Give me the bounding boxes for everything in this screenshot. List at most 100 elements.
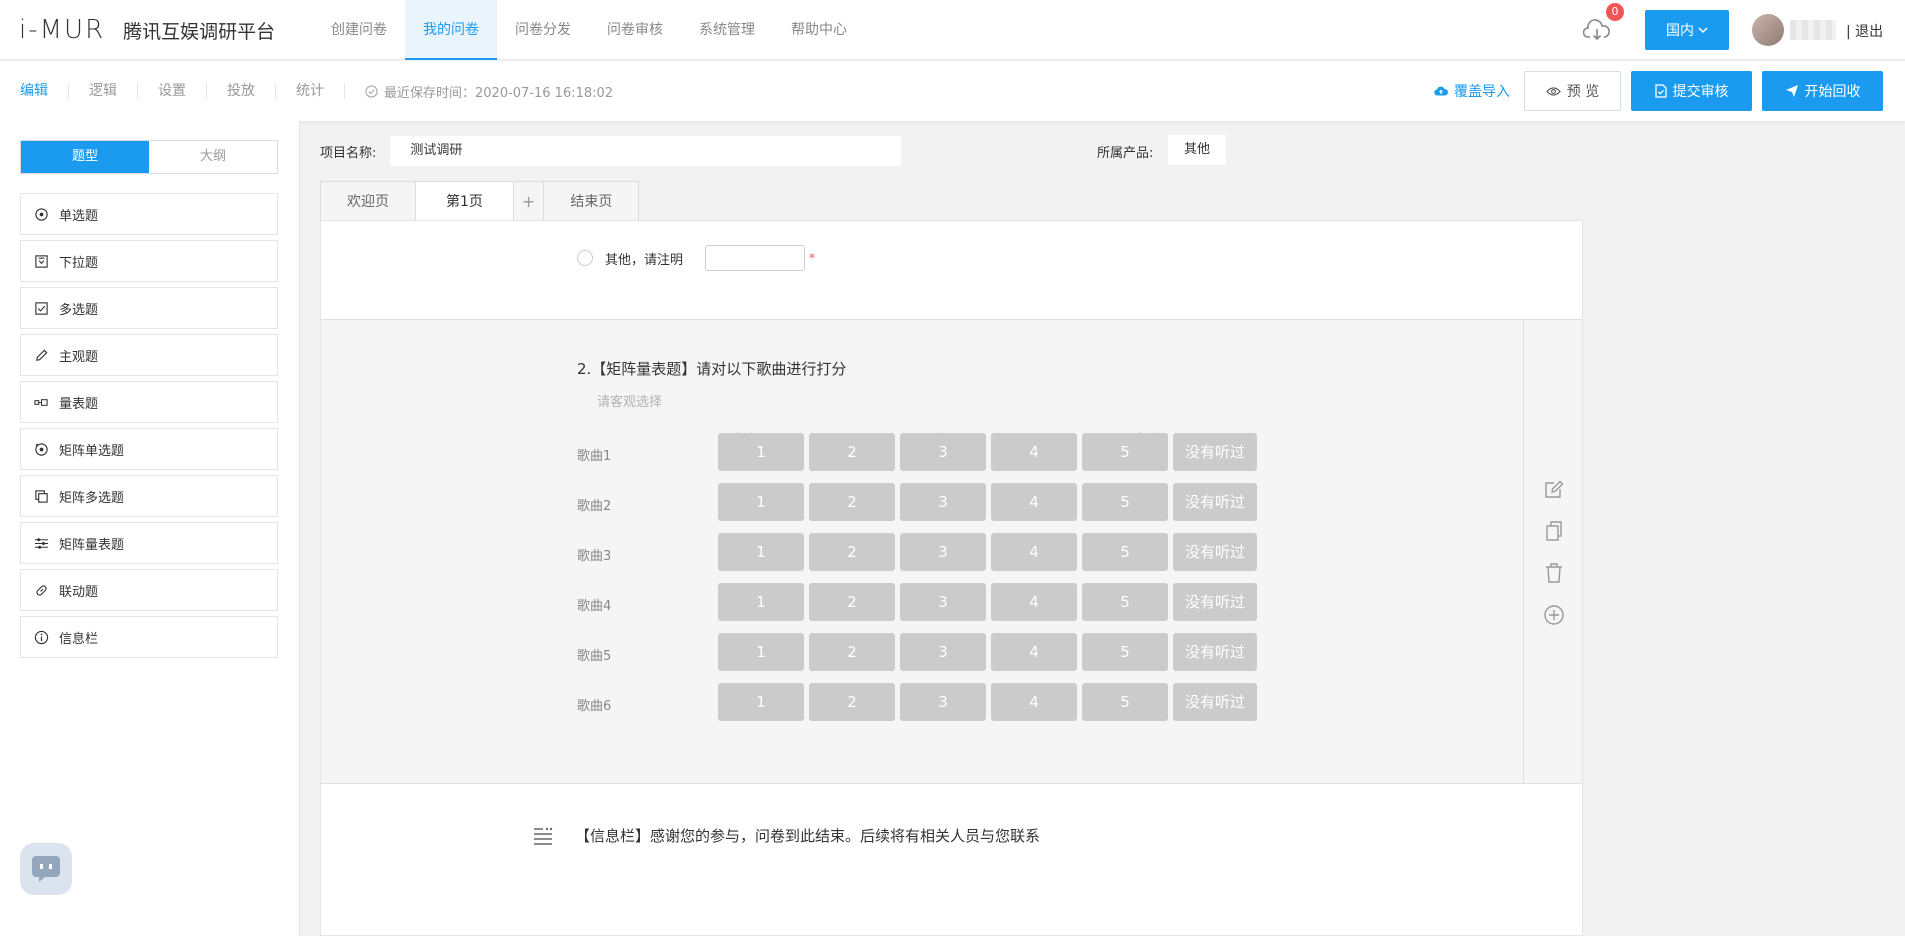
edit-icon[interactable] [1543, 478, 1565, 500]
matrix-option-cell[interactable]: 5 [1082, 633, 1168, 671]
tab-settings[interactable]: 设置 [138, 83, 207, 99]
matrix-option-cell[interactable]: 2 [809, 583, 895, 621]
nav-distribution[interactable]: 问卷分发 [497, 0, 589, 60]
send-icon [1785, 85, 1798, 97]
matrix-option-cell[interactable]: 4 [991, 583, 1077, 621]
product-select[interactable]: 其他 [1168, 135, 1226, 165]
other-text-input[interactable] [705, 245, 806, 271]
question-type-list: 单选题 下拉题 多选题 主观题 量表题 矩阵单选题 矩阵多选题 矩阵量表题 联动… [20, 193, 278, 663]
project-name-field[interactable]: 测试调研 [390, 136, 902, 166]
matrix-option-cell[interactable]: 没有听过 [1173, 683, 1257, 721]
matrix-option-cell[interactable]: 3 [900, 583, 986, 621]
required-mark: * [809, 251, 816, 265]
nav-system[interactable]: 系统管理 [681, 0, 773, 60]
matrix-option-cell[interactable]: 1 [718, 483, 804, 521]
matrix-option-cell[interactable]: 5 [1082, 483, 1168, 521]
matrix-option-cell[interactable]: 2 [809, 533, 895, 571]
matrix-option-cell[interactable]: 2 [809, 683, 895, 721]
matrix-option-cell[interactable]: 4 [991, 433, 1077, 471]
matrix-option-cell[interactable]: 3 [900, 683, 986, 721]
other-radio[interactable] [577, 250, 593, 266]
tab-statistics[interactable]: 统计 [276, 83, 345, 99]
qtype-scale[interactable]: 量表题 [20, 381, 278, 423]
question-actions [1523, 320, 1582, 783]
main-nav: 创建问卷 我的问卷 问卷分发 问卷审核 系统管理 帮助中心 [313, 0, 865, 60]
matrix-option-cell[interactable]: 1 [718, 433, 804, 471]
avatar[interactable] [1752, 14, 1784, 46]
chat-support-button[interactable] [20, 843, 72, 895]
matrix-option-cell[interactable]: 没有听过 [1173, 533, 1257, 571]
nav-my-surveys[interactable]: 我的问卷 [405, 0, 497, 60]
start-collect-button[interactable]: 开始回收 [1762, 71, 1883, 111]
qtype-matrix-single[interactable]: 矩阵单选题 [20, 428, 278, 470]
qtype-matrix-scale[interactable]: 矩阵量表题 [20, 522, 278, 564]
tab-logic[interactable]: 逻辑 [69, 83, 138, 99]
matrix-option-cell[interactable]: 1 [718, 583, 804, 621]
nav-review[interactable]: 问卷审核 [589, 0, 681, 60]
matrix-option-cell[interactable]: 4 [991, 633, 1077, 671]
tab-welcome-page[interactable]: 欢迎页 [320, 181, 415, 221]
qtype-linked[interactable]: 联动题 [20, 569, 278, 611]
matrix-option-cell[interactable]: 4 [991, 683, 1077, 721]
logout-link[interactable]: | 退出 [1846, 21, 1883, 41]
import-button[interactable]: 覆盖导入 [1434, 81, 1510, 101]
matrix-row-label: 歌曲3 [577, 549, 612, 564]
qtype-info-bar[interactable]: 信息栏 [20, 616, 278, 658]
matrix-option-cell[interactable]: 2 [809, 483, 895, 521]
tab-delivery[interactable]: 投放 [207, 83, 276, 99]
platform-name: 腾讯互娱调研平台 [123, 20, 276, 43]
matrix-option-cell[interactable]: 5 [1082, 433, 1168, 471]
preview-button[interactable]: 预 览 [1524, 71, 1621, 111]
info-bar-text: 【信息栏】感谢您的参与，问卷到此结束。后续将有相关人员与您联系 [575, 827, 1041, 845]
matrix-option-cell[interactable]: 没有听过 [1173, 483, 1257, 521]
copy-icon[interactable] [1543, 520, 1565, 542]
matrix-option-cell[interactable]: 5 [1082, 583, 1168, 621]
matrix-option-cell[interactable]: 3 [900, 633, 986, 671]
matrix-option-cell[interactable]: 3 [900, 433, 986, 471]
region-dropdown[interactable]: 国内 [1645, 10, 1729, 50]
qtype-label: 主观题 [59, 349, 99, 365]
matrix-option-cell[interactable]: 1 [718, 533, 804, 571]
qtype-matrix-multi[interactable]: 矩阵多选题 [20, 475, 278, 517]
matrix-option-cell[interactable]: 3 [900, 533, 986, 571]
tab-edit[interactable]: 编辑 [0, 83, 69, 99]
nav-create-survey[interactable]: 创建问卷 [313, 0, 405, 60]
qtype-multiple-choice[interactable]: 多选题 [20, 287, 278, 329]
save-time-text: 最近保存时间：2020-07-16 16:18:02 [384, 85, 614, 101]
cloud-download-icon[interactable] [1583, 18, 1611, 42]
survey-canvas: 其他，请注明 * 2.【矩阵量表题】请对以下歌曲进行打分 请客观选择 不喜欢 一… [320, 220, 1583, 936]
matrix-option-cell[interactable]: 1 [718, 633, 804, 671]
question-2-block[interactable]: 2.【矩阵量表题】请对以下歌曲进行打分 请客观选择 不喜欢 一般 喜欢 歌曲11… [321, 319, 1582, 784]
matrix-option-cell[interactable]: 5 [1082, 533, 1168, 571]
tab-outline[interactable]: 大纲 [149, 141, 277, 173]
matrix-option-cell[interactable]: 3 [900, 483, 986, 521]
logo[interactable]: i-MUR 腾讯互娱调研平台 [19, 14, 275, 46]
matrix-option-cell[interactable]: 4 [991, 533, 1077, 571]
qtype-open-question[interactable]: 主观题 [20, 334, 278, 376]
tab-page-1[interactable]: 第1页 [415, 181, 513, 221]
matrix-option-cell[interactable]: 1 [718, 683, 804, 721]
qtype-dropdown[interactable]: 下拉题 [20, 240, 278, 282]
qtype-label: 联动题 [59, 584, 99, 600]
nav-help[interactable]: 帮助中心 [773, 0, 865, 60]
info-bar-question[interactable]: 【信息栏】感谢您的参与，问卷到此结束。后续将有相关人员与您联系 [533, 825, 1040, 846]
add-page-button[interactable]: + [512, 181, 544, 221]
tab-question-types[interactable]: 题型 [21, 141, 149, 173]
trash-icon[interactable] [1543, 562, 1565, 584]
check-circle-icon [365, 84, 378, 98]
add-circle-icon[interactable] [1543, 604, 1565, 626]
tab-end-page[interactable]: 结束页 [543, 181, 640, 221]
logo-mark: i-MUR [19, 15, 106, 45]
qtype-label: 信息栏 [59, 631, 99, 647]
submit-review-button[interactable]: 提交审核 [1631, 71, 1752, 111]
matrix-option-cell[interactable]: 没有听过 [1173, 433, 1257, 471]
matrix-option-cell[interactable]: 5 [1082, 683, 1168, 721]
import-label: 覆盖导入 [1454, 84, 1510, 100]
matrix-option-cell[interactable]: 4 [991, 483, 1077, 521]
qtype-single-choice[interactable]: 单选题 [20, 193, 278, 235]
question-hint: 请客观选择 [597, 395, 663, 410]
matrix-option-cell[interactable]: 没有听过 [1173, 583, 1257, 621]
matrix-option-cell[interactable]: 没有听过 [1173, 633, 1257, 671]
matrix-option-cell[interactable]: 2 [809, 433, 895, 471]
matrix-option-cell[interactable]: 2 [809, 633, 895, 671]
